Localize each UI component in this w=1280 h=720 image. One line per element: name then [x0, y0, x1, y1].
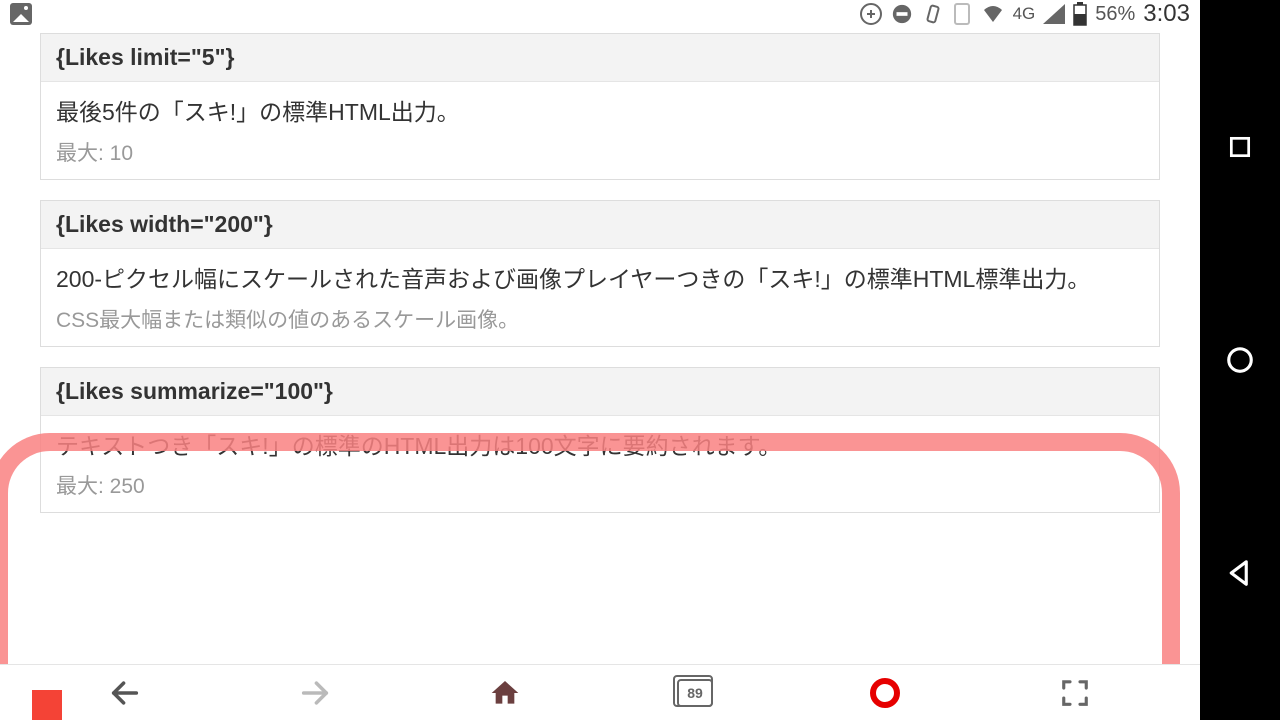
vibrate-icon	[921, 2, 945, 26]
browser-toolbar: 89	[0, 664, 1200, 720]
doc-card: {Likes summarize="100"} テキストつき「スキ!」の標準のH…	[40, 367, 1160, 514]
doc-card: {Likes width="200"} 200-ピクセル幅にスケールされた音声お…	[40, 200, 1160, 347]
opera-menu-button[interactable]	[863, 671, 907, 715]
card-body: 最後5件の「スキ!」の標準HTML出力。	[41, 82, 1159, 137]
home-button[interactable]	[483, 671, 527, 715]
signal-icon	[1043, 4, 1065, 24]
card-header: {Likes limit="5"}	[41, 34, 1159, 82]
fullscreen-button[interactable]	[1053, 671, 1097, 715]
battery-percent: 56%	[1095, 3, 1135, 26]
tabs-count: 89	[687, 685, 703, 701]
dnd-icon	[891, 3, 913, 25]
battery-icon	[1073, 2, 1087, 26]
sim-icon	[953, 2, 973, 26]
page-content[interactable]: {Likes limit="5"} 最後5件の「スキ!」の標準HTML出力。 最…	[0, 28, 1200, 664]
back-button[interactable]	[103, 671, 147, 715]
back-button[interactable]	[1222, 555, 1258, 591]
recent-apps-button[interactable]	[1222, 129, 1258, 165]
image-notification-icon	[10, 3, 32, 25]
status-bar: 4G 56% 3:03	[0, 0, 1200, 28]
card-body: 200-ピクセル幅にスケールされた音声および画像プレイヤーつきの「スキ!」の標準…	[41, 249, 1159, 304]
phone-screen: 4G 56% 3:03 {Likes limit="5"} 最後5件の「スキ!」…	[0, 0, 1200, 720]
card-note: 最大: 250	[41, 470, 1159, 512]
opera-icon	[870, 678, 900, 708]
card-body: テキストつき「スキ!」の標準のHTML出力は100文字に要約されます。	[41, 416, 1159, 471]
plus-circle-icon	[859, 2, 883, 26]
card-header: {Likes width="200"}	[41, 201, 1159, 249]
card-note: CSS最大幅または類似の値のあるスケール画像。	[41, 304, 1159, 346]
card-note: 最大: 10	[41, 137, 1159, 179]
forward-button[interactable]	[293, 671, 337, 715]
home-button[interactable]	[1222, 342, 1258, 378]
network-type: 4G	[1013, 4, 1036, 24]
tabs-button[interactable]: 89	[673, 671, 717, 715]
clock: 3:03	[1143, 0, 1190, 28]
android-nav-bar	[1200, 0, 1280, 720]
annotation-corner	[32, 690, 62, 720]
card-header: {Likes summarize="100"}	[41, 368, 1159, 416]
wifi-icon	[981, 4, 1005, 24]
doc-card: {Likes limit="5"} 最後5件の「スキ!」の標準HTML出力。 最…	[40, 33, 1160, 180]
